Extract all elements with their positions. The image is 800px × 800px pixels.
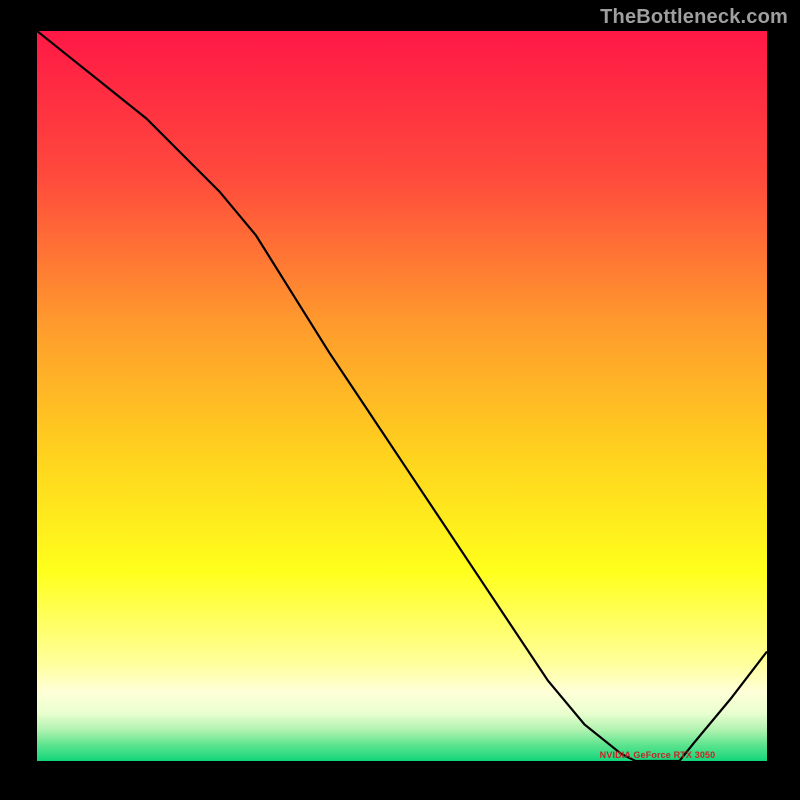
plot-area: NVIDIA GeForce RTX 3050 bbox=[37, 31, 767, 761]
watermark-text: TheBottleneck.com bbox=[600, 6, 788, 29]
bottleneck-curve bbox=[37, 31, 767, 761]
chart-container: TheBottleneck.com NVIDIA GeForce RTX 305… bbox=[0, 0, 800, 800]
minima-marker: NVIDIA GeForce RTX 3050 bbox=[600, 750, 716, 760]
series-svg bbox=[37, 31, 767, 761]
minima-marker-text: NVIDIA GeForce RTX 3050 bbox=[600, 750, 716, 760]
